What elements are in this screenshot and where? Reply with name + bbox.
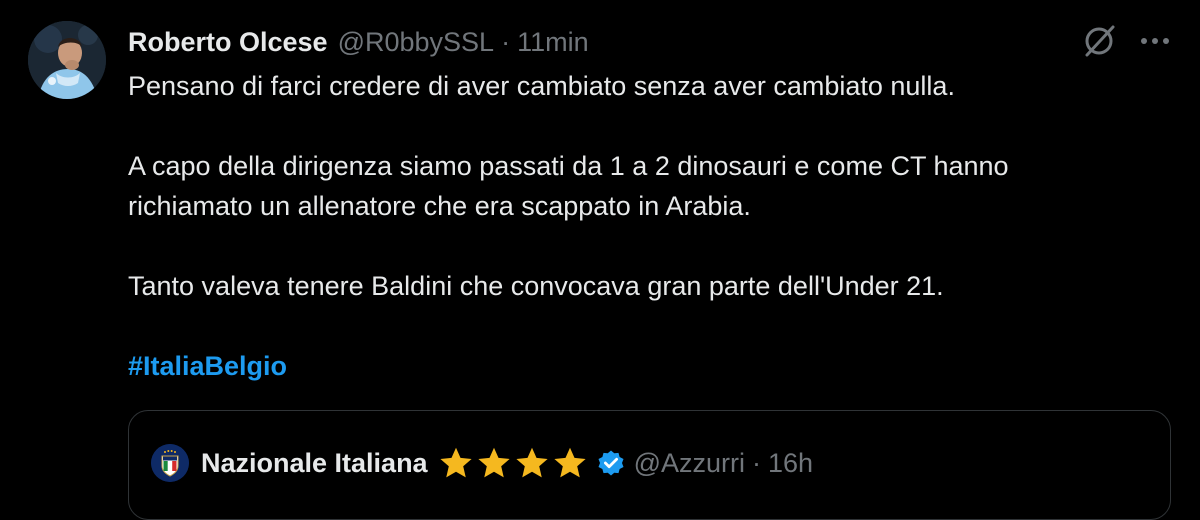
author-name[interactable]: Roberto Olcese [128, 27, 328, 58]
tweet-header: Roberto Olcese @R0bbySSL · 11min [128, 22, 589, 62]
verified-badge-icon[interactable] [596, 448, 626, 478]
grok-icon[interactable] [1080, 22, 1118, 60]
tweet-text-line: A capo della dirigenza siamo passati da … [128, 151, 1009, 181]
quoted-tweet-timestamp[interactable]: 16h [768, 448, 813, 479]
author-avatar[interactable] [28, 21, 106, 99]
hashtag-link[interactable]: #ItaliaBelgio [128, 351, 287, 381]
star-icon [515, 447, 548, 478]
star-icon [439, 447, 472, 478]
tweet-text-line: richiamato un allenatore che era scappat… [128, 191, 751, 221]
tweet-text-line: Pensano di farci credere di aver cambiat… [128, 71, 955, 101]
more-options-icon[interactable] [1138, 22, 1172, 60]
star-icon [553, 447, 586, 478]
separator-dot: · [501, 26, 511, 57]
avatar-photo-icon [28, 21, 106, 99]
star-icon [477, 447, 510, 478]
star-badges [438, 445, 590, 481]
tweet-text: Pensano di farci credere di aver cambiat… [128, 66, 1168, 386]
italia-crest-icon [151, 444, 189, 482]
tweet-card[interactable]: Roberto Olcese @R0bbySSL · 11min Pensano… [0, 0, 1200, 520]
tweet-timestamp[interactable]: 11min [517, 27, 589, 58]
author-handle[interactable]: @R0bbySSL [338, 27, 495, 58]
quoted-author-name[interactable]: Nazionale Italiana [201, 448, 428, 479]
quoted-author-handle[interactable]: @Azzurri [634, 448, 745, 479]
tweet-text-line: Tanto valeva tenere Baldini che convocav… [128, 271, 944, 301]
quoted-tweet-card[interactable]: Nazionale Italiana @Azzurri · 16h [128, 410, 1171, 520]
quoted-tweet-header: Nazionale Italiana @Azzurri · 16h [151, 441, 813, 485]
separator-dot: · [752, 447, 761, 478]
quoted-author-avatar[interactable] [151, 444, 189, 482]
